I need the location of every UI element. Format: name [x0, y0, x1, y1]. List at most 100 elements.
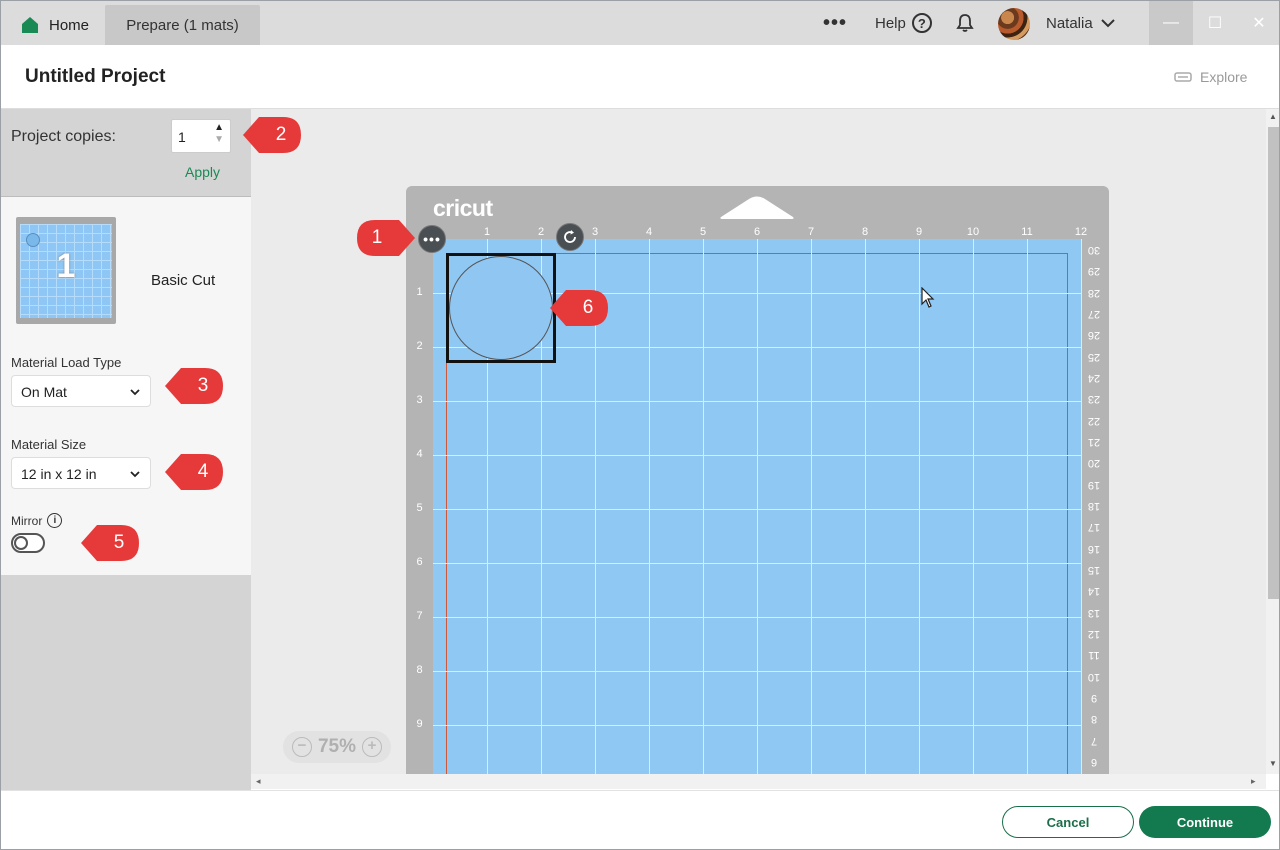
vertical-scroll-thumb[interactable] — [1268, 127, 1279, 599]
load-type-label: Material Load Type — [11, 355, 122, 370]
selected-circle-shape[interactable] — [446, 253, 556, 363]
help-button[interactable]: Help ? — [875, 1, 932, 45]
ruler-tick-label: 6 — [753, 226, 761, 238]
stepper-up-icon[interactable]: ▲ — [214, 122, 224, 134]
avatar[interactable] — [998, 8, 1030, 40]
circle-shape[interactable] — [449, 256, 553, 360]
scroll-down-icon[interactable]: ▼ — [1269, 759, 1277, 768]
mirror-row: Mirror i — [11, 513, 63, 528]
ruler-tick-label: 25 — [1087, 350, 1101, 363]
ruler-tick-label: 8 — [861, 226, 869, 238]
grid-line-vertical — [649, 239, 650, 774]
copies-input[interactable]: 1 ▲ ▼ — [171, 119, 231, 153]
apply-button[interactable]: Apply — [185, 164, 220, 180]
edit-menu-button[interactable]: ••• — [418, 225, 446, 253]
grid-line-horizontal — [433, 563, 1081, 564]
tab-home-label: Home — [49, 16, 90, 34]
close-button[interactable]: ✕ — [1237, 1, 1279, 45]
copies-label: Project copies: — [11, 128, 116, 145]
ruler-tick-label: 17 — [1087, 521, 1101, 534]
callout-6: 6 — [548, 288, 610, 328]
callout-5: 5 — [79, 523, 141, 563]
mat-notch — [720, 196, 794, 219]
grid-line-horizontal — [433, 455, 1081, 456]
callout-5-label: 5 — [113, 532, 125, 553]
question-icon: ? — [911, 13, 932, 33]
grid-line-horizontal — [433, 671, 1081, 672]
cancel-button[interactable]: Cancel — [1002, 806, 1134, 838]
rotate-button[interactable] — [556, 223, 584, 251]
scroll-up-icon[interactable]: ▲ — [1269, 112, 1277, 121]
bell-icon[interactable] — [955, 1, 975, 45]
grid-line-horizontal — [433, 509, 1081, 510]
copies-panel: Project copies: 1 ▲ ▼ Apply — [1, 109, 251, 197]
maximize-button[interactable]: ☐ — [1193, 1, 1237, 45]
zoom-in-icon[interactable]: + — [362, 737, 383, 757]
ruler-tick-label: 11 — [1021, 226, 1033, 238]
load-type-select[interactable]: On Mat — [11, 375, 151, 407]
scroll-right-icon[interactable]: ▸ — [1251, 776, 1256, 787]
chevron-down-icon — [1100, 19, 1115, 28]
grid-line-vertical — [1081, 239, 1082, 774]
callout-2: 2 — [241, 115, 303, 155]
minimize-button[interactable]: — — [1149, 1, 1193, 45]
ruler-tick-label: 19 — [1087, 478, 1101, 491]
horizontal-scrollbar[interactable]: ◂ ▸ — [251, 774, 1266, 789]
vertical-scrollbar[interactable]: ▲ ▼ — [1266, 109, 1279, 774]
grid-line-vertical — [703, 239, 704, 774]
page-header: Untitled Project Explore — [1, 45, 1279, 109]
callout-1: 1 — [355, 218, 417, 258]
zoom-level: 75% — [317, 736, 357, 757]
user-menu[interactable]: Natalia — [1046, 1, 1115, 45]
tab-prepare[interactable]: Prepare (1 mats) — [105, 5, 260, 45]
material-size-label: Material Size — [11, 437, 87, 452]
tab-home[interactable]: Home — [7, 5, 103, 45]
ruler-tick-label: 12 — [1087, 627, 1101, 640]
chevron-down-icon — [130, 389, 140, 396]
info-icon[interactable]: i — [47, 513, 63, 528]
zoom-control: − 75% + — [283, 731, 391, 763]
material-size-value: 12 in x 12 in — [21, 466, 97, 482]
ruler-tick-label: 3 — [591, 226, 599, 238]
machine-icon — [1174, 72, 1192, 82]
ruler-tick-label: 9 — [915, 226, 923, 238]
ruler-tick-label: 22 — [1087, 414, 1101, 427]
mat-thumbnail[interactable]: 1 — [16, 217, 116, 324]
callout-1-label: 1 — [371, 227, 383, 248]
stepper-down-icon[interactable]: ▼ — [214, 134, 224, 146]
continue-button[interactable]: Continue — [1139, 806, 1271, 838]
ruler-tick-label: 3 — [416, 394, 423, 406]
ruler-tick-label: 27 — [1087, 307, 1101, 320]
ruler-tick-label: 14 — [1087, 585, 1101, 598]
copies-stepper[interactable]: ▲ ▼ — [214, 122, 224, 146]
grid-line-vertical — [811, 239, 812, 774]
mat-preview-canvas[interactable]: cricut 1 2 3 4 5 6 7 8 9 10 11 12 123456789 30 29 28 2… — [251, 109, 1266, 774]
ruler-tick-label: 6 — [1090, 755, 1098, 768]
mirror-toggle[interactable] — [11, 533, 45, 553]
ruler-tick-label: 15 — [1087, 563, 1101, 576]
scroll-left-icon[interactable]: ◂ — [256, 776, 261, 787]
explore-button[interactable]: Explore — [1174, 69, 1247, 85]
toggle-knob — [14, 536, 28, 550]
grid-line-horizontal — [433, 401, 1081, 402]
material-size-select[interactable]: 12 in x 12 in — [11, 457, 151, 489]
ruler-tick-label: 4 — [416, 448, 423, 460]
user-name: Natalia — [1046, 14, 1093, 32]
ruler-tick-label: 8 — [416, 664, 423, 676]
ruler-tick-label: 8 — [1090, 713, 1098, 726]
ruler-tick-label: 1 — [416, 286, 423, 298]
ruler-tick-label: 20 — [1087, 457, 1101, 470]
help-label: Help — [875, 14, 906, 32]
ruler-tick-label: 7 — [807, 226, 815, 238]
grid-line-horizontal — [433, 725, 1081, 726]
zoom-out-icon[interactable]: − — [291, 737, 312, 757]
more-options-icon[interactable]: ••• — [823, 1, 847, 45]
ruler-tick-label: 29 — [1087, 265, 1101, 278]
ruler-tick-label: 1 — [483, 226, 491, 238]
ruler-tick-label: 21 — [1087, 435, 1101, 448]
ruler-tick-label: 10 — [1087, 670, 1101, 683]
ruler-tick-label: 16 — [1087, 542, 1101, 555]
ruler-tick-label: 2 — [537, 226, 545, 238]
ruler-tick-label: 9 — [416, 718, 423, 730]
ruler-tick-label: 26 — [1087, 329, 1101, 342]
